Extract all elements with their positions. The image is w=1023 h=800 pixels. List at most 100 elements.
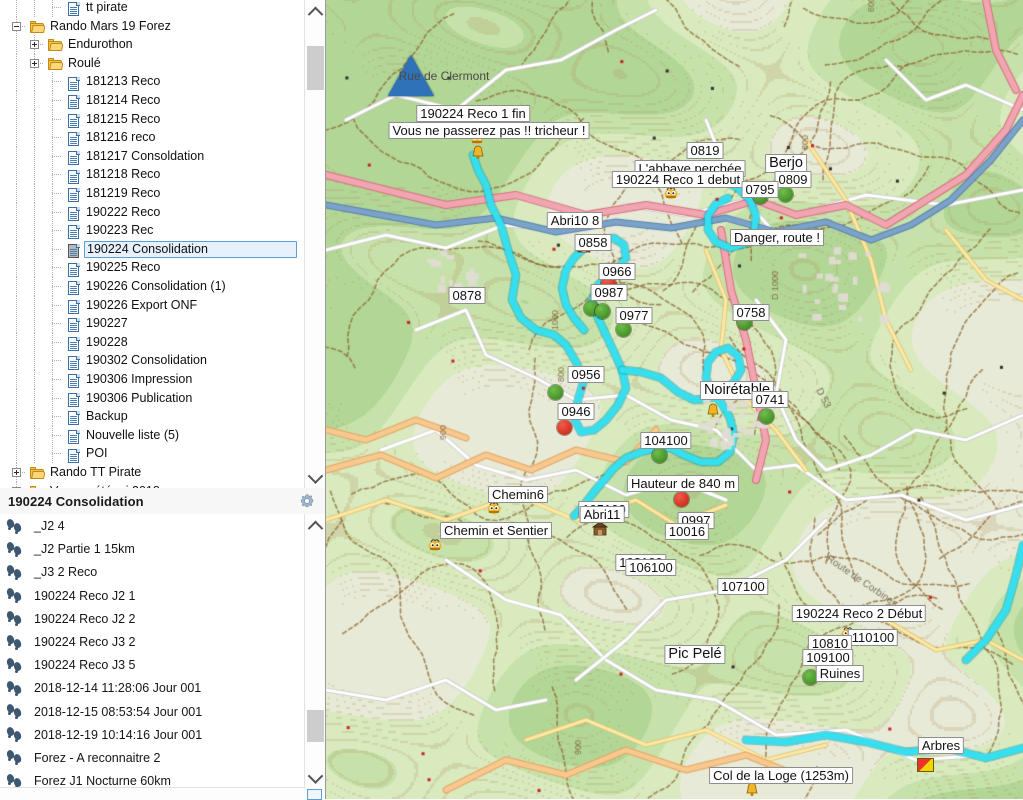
map-waypoint-marker-red[interactable]	[557, 420, 572, 435]
tree-item-190306-impression[interactable]: 190306 Impression	[0, 370, 305, 389]
tree-item-190223-rec[interactable]: 190223 Rec	[0, 221, 305, 240]
tree-expand-icon[interactable]	[30, 40, 39, 50]
tree-item-181213-reco[interactable]: 181213 Reco	[0, 72, 305, 91]
map-waypoint-marker-green[interactable]	[759, 409, 774, 424]
map-label[interactable]: Arbres	[917, 737, 965, 754]
map-label[interactable]: 0819	[686, 142, 724, 159]
map-label[interactable]: Chemin6	[487, 486, 549, 503]
bee-icon[interactable]	[426, 537, 444, 552]
tree-vertical-scrollbar[interactable]	[304, 0, 325, 488]
bell-icon[interactable]	[471, 145, 485, 161]
map-label[interactable]: 0878	[448, 287, 486, 304]
tree-scrollbar-thumb[interactable]	[307, 46, 324, 90]
tree-item-190224-consolidation[interactable]: 190224 Consolidation	[0, 239, 305, 259]
tree-expand-icon[interactable]	[12, 468, 21, 477]
tree-item-190302-consolidation[interactable]: 190302 Consolidation	[0, 351, 305, 370]
list-horizontal-scrollbar[interactable]	[0, 787, 305, 799]
map-label[interactable]: 190224 Reco 1 fin	[416, 105, 530, 122]
tree-item-rando-mars-19-forez[interactable]: Rando Mars 19 Forez	[0, 16, 305, 36]
tree-item-190226-export-onf[interactable]: 190226 Export ONF	[0, 295, 305, 315]
map-waypoint-marker-red[interactable]	[674, 492, 689, 507]
list-scrollbar-thumb[interactable]	[307, 710, 324, 742]
map-label[interactable]: 0795	[741, 181, 779, 198]
list-scroll-up-button[interactable]	[305, 514, 325, 536]
map-waypoint-marker-green[interactable]	[652, 448, 667, 463]
tree-item-190306-publication[interactable]: 190306 Publication	[0, 388, 305, 408]
map-label[interactable]: Pic Pelé	[664, 645, 726, 664]
tree-item-190222-reco[interactable]: 190222 Reco	[0, 202, 305, 222]
map-waypoint-marker-green[interactable]	[616, 322, 631, 337]
map-label[interactable]: 106100	[625, 559, 677, 576]
tree-item-181219-reco[interactable]: 181219 Reco	[0, 184, 305, 203]
map-waypoint-marker-green[interactable]	[778, 187, 793, 202]
flag-marker-icon[interactable]	[917, 758, 934, 772]
track-list-item[interactable]: _J2 Partie 1 15km	[0, 538, 304, 561]
tree-item-endurothon[interactable]: Endurothon	[0, 35, 305, 54]
tree-item-rando-tt-pirate[interactable]: Rando TT Pirate	[0, 463, 305, 482]
map-label[interactable]: Rue de Clermont	[396, 69, 493, 84]
tree-item-nouvelle-liste-5[interactable]: Nouvelle liste (5)	[0, 425, 305, 445]
tree-item-181217-consoldation[interactable]: 181217 Consoldation	[0, 146, 305, 166]
map-label[interactable]: 190224 Reco 2 Début	[791, 605, 927, 622]
track-list-item[interactable]: Forez - A reconnaitre 2	[0, 747, 304, 770]
map-label[interactable]: 0946	[557, 403, 595, 420]
track-list-item[interactable]: Forez J1 Nocturne 60km	[0, 770, 304, 788]
map-label[interactable]: 190224 Reco 1 debut	[611, 171, 745, 188]
tree-collapse-icon[interactable]	[12, 21, 21, 31]
map-label[interactable]: 0987	[590, 284, 628, 301]
map-label[interactable]: Chemin et Sentier	[439, 522, 553, 539]
map-label[interactable]: 110100	[847, 629, 899, 646]
list-vertical-scrollbar[interactable]	[304, 514, 325, 788]
map-label[interactable]: 0956	[567, 366, 605, 383]
track-list-item[interactable]: 2018-12-14 11:28:06 Jour 001	[0, 677, 304, 700]
track-list-item[interactable]: 2018-12-19 10:14:16 Jour 001	[0, 724, 304, 747]
track-list-item[interactable]: 2018-12-15 08:53:54 Jour 001	[0, 701, 304, 724]
track-list-item[interactable]: 190224 Reco J3 5	[0, 654, 304, 677]
tree-item-181218-reco[interactable]: 181218 Reco	[0, 165, 305, 184]
map-label[interactable]: Vous ne passerez pas !! tricheur !	[388, 122, 590, 139]
tree-item-181214-reco[interactable]: 181214 Reco	[0, 91, 305, 110]
tree-item-roul[interactable]: Roulé	[0, 53, 305, 73]
folder-tree-panel[interactable]: tt pirate Rando Mars 19 Forez Endurothon Ro…	[0, 0, 326, 488]
map-label[interactable]: Abri10 8	[546, 212, 604, 229]
map-label[interactable]: Ruines	[815, 665, 865, 682]
tree-scroll-down-button[interactable]	[305, 466, 325, 488]
map-label[interactable]: 0809	[774, 171, 812, 188]
map-view[interactable]: Rue de Clermont 190224 Reco 1 fin Vous ne …	[326, 0, 1023, 799]
map-label[interactable]: 109100	[802, 649, 854, 666]
tree-expand-icon[interactable]	[30, 58, 39, 68]
folder-tree-scroll-area[interactable]: tt pirate Rando Mars 19 Forez Endurothon Ro…	[0, 0, 305, 488]
map-label[interactable]: 104100	[640, 432, 692, 449]
track-list-item[interactable]: 190224 Reco J3 2	[0, 631, 304, 654]
tree-item-tt-pirate[interactable]: tt pirate	[0, 0, 305, 17]
track-list-body[interactable]: _J2 4 _J2 Partie 1 15km _J3 2 Reco 190224 R…	[0, 514, 304, 788]
bell-icon[interactable]	[745, 782, 759, 798]
map-waypoint-marker-green[interactable]	[595, 304, 610, 319]
map-label[interactable]: 0966	[598, 263, 636, 280]
bell-icon[interactable]	[706, 403, 720, 419]
tree-item-190228[interactable]: 190228	[0, 332, 305, 352]
tree-item-181215-reco[interactable]: 181215 Reco	[0, 109, 305, 129]
tree-item-181216-reco[interactable]: 181216 reco	[0, 128, 305, 147]
map-label[interactable]: Danger, route !	[730, 229, 824, 246]
map-label[interactable]: 10016	[664, 523, 710, 540]
map-label[interactable]: Col de la Loge (1253m)	[709, 767, 853, 784]
map-label[interactable]: 0977	[615, 307, 653, 324]
map-waypoint-marker-green[interactable]	[548, 385, 563, 400]
tree-scroll-up-button[interactable]	[305, 0, 325, 22]
tree-item-backup[interactable]: Backup	[0, 407, 305, 426]
gear-icon[interactable]	[299, 493, 315, 509]
list-scroll-down-button[interactable]	[305, 766, 325, 788]
hut-icon[interactable]	[591, 521, 609, 536]
resize-grip[interactable]	[304, 788, 324, 800]
map-label[interactable]: 0858	[574, 234, 612, 251]
map-label[interactable]: 0741	[751, 391, 789, 408]
tree-item-190225-reco[interactable]: 190225 Reco	[0, 258, 305, 277]
map-label[interactable]: Abri11	[579, 506, 625, 523]
track-list-item[interactable]: _J3 2 Reco	[0, 561, 304, 584]
map-label[interactable]: 0758	[732, 304, 770, 321]
map-label[interactable]: Hauteur de 840 m	[626, 475, 740, 492]
track-list-item[interactable]: 190224 Reco J2 2	[0, 608, 304, 631]
track-list-item[interactable]: 190224 Reco J2 1	[0, 585, 304, 608]
tree-item-poi[interactable]: POI	[0, 444, 305, 463]
